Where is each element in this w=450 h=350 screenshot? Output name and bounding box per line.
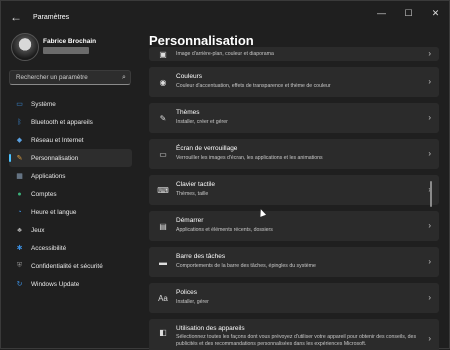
search-icon[interactable]: ⌕ — [118, 74, 130, 82]
sidebar-item-person[interactable]: ● Comptes — [9, 185, 132, 203]
user-name: Fabrice Brochain — [43, 38, 97, 45]
back-arrow-icon: ← — [10, 10, 22, 24]
sidebar-item-wifi[interactable]: ◆ Réseau et Internet — [9, 131, 132, 149]
pen-icon: ✎ — [159, 113, 167, 123]
bluetooth-icon: ᛒ — [17, 118, 22, 126]
accessibility-icon: ✱ — [16, 245, 23, 252]
sidebar-item-label: Accessibilité — [31, 244, 67, 252]
user-email-redacted — [43, 47, 89, 54]
settings-card-taskbar[interactable]: ▬ Barre des tâches Comportements de la bar… — [149, 247, 439, 277]
card-title: Démarrer — [176, 217, 204, 224]
main-content: Personnalisation ▣ Image d'arrière-plan, … — [149, 33, 449, 350]
settings-card-palette[interactable]: ◉ Couleurs Couleur d'accentuation, effets … — [149, 67, 439, 97]
settings-card-keyboard[interactable]: ⌨Clavier tactileThèmes, taille› — [149, 175, 439, 205]
sidebar-item-accessibility[interactable]: ✱ Accessibilité — [9, 239, 132, 257]
chevron-right-icon: › — [428, 113, 431, 122]
card-subtitle: Thèmes, taille — [176, 191, 209, 197]
sidebar-item-update[interactable]: ↻ Windows Update — [9, 275, 132, 293]
title-bar: ← Paramètres — ☐ ✕ — [1, 1, 449, 33]
search-input[interactable] — [10, 73, 118, 82]
chevron-right-icon: › — [428, 77, 431, 86]
page-title: Personnalisation — [149, 33, 254, 48]
sidebar: Fabrice Brochain ⌕ ▭ Système ᛒ Bluetooth et… — [1, 33, 141, 350]
sidebar-item-label: Bluetooth et appareils — [31, 118, 93, 126]
system-icon: ▭ — [16, 101, 23, 108]
card-title: Barre des tâches — [176, 253, 226, 260]
card-title: Polices — [176, 289, 197, 296]
sidebar-item-label: Windows Update — [31, 280, 80, 288]
update-icon: ↻ — [16, 281, 23, 288]
sidebar-item-brush[interactable]: ✎ Personnalisation — [9, 149, 132, 167]
keyboard-icon: ⌨ — [157, 185, 169, 195]
apps-icon: ▦ — [16, 173, 23, 180]
chevron-right-icon: › — [428, 149, 431, 158]
card-subtitle: Sélectionnez toutes les façons dont vous… — [176, 334, 417, 347]
card-subtitle: Comportements de la barre des tâches, ép… — [176, 263, 316, 269]
minimize-button[interactable]: — — [368, 1, 395, 25]
settings-window: ← Paramètres — ☐ ✕ Fabrice Brochain ⌕ ▭ S… — [0, 0, 450, 350]
card-title: Utilisation des appareils — [176, 325, 245, 332]
sidebar-item-bluetooth[interactable]: ᛒ Bluetooth et appareils — [9, 113, 132, 131]
palette-icon: ◉ — [159, 77, 167, 87]
sidebar-item-globe-clock[interactable]: ◔ Heure et langue — [9, 203, 132, 221]
sidebar-item-label: Confidentialité et sécurité — [31, 262, 103, 270]
sidebar-item-label: Heure et langue — [31, 208, 77, 216]
close-button[interactable]: ✕ — [422, 1, 449, 25]
sidebar-item-system[interactable]: ▭ Système — [9, 95, 132, 113]
card-subtitle: Couleur d'accentuation, effets de transp… — [176, 83, 331, 89]
globe-clock-icon: ◔ — [17, 208, 22, 216]
font-icon: Aa — [158, 293, 168, 303]
chevron-right-icon: › — [428, 293, 431, 302]
lockscreen-icon: ▭ — [159, 149, 167, 159]
card-subtitle: Verrouiller les images d'écran, les appl… — [176, 155, 323, 161]
sidebar-item-label: Jeux — [31, 226, 45, 234]
app-title: Paramètres — [33, 13, 70, 21]
chevron-right-icon: › — [428, 257, 431, 266]
sidebar-item-label: Comptes — [31, 190, 57, 198]
start-icon: ▤ — [159, 221, 167, 231]
taskbar-icon: ▬ — [159, 257, 167, 267]
sidebar-item-shield[interactable]: ⛨ Confidentialité et sécurité — [9, 257, 132, 275]
chevron-right-icon: › — [428, 334, 431, 343]
card-title: Couleurs — [176, 73, 203, 80]
settings-card-device-usage[interactable]: ◧ Utilisation des appareils Sélectionnez t… — [149, 319, 439, 350]
sidebar-item-label: Personnalisation — [31, 154, 79, 162]
maximize-button[interactable]: ☐ — [395, 1, 422, 25]
settings-card-pen[interactable]: ✎ Thèmes Installer, créer et gérer › — [149, 103, 439, 133]
card-title: Écran de verrouillage — [176, 145, 238, 152]
card-subtitle: Installer, gérer — [176, 299, 209, 305]
settings-card-font[interactable]: Aa Polices Installer, gérer › — [149, 283, 439, 313]
sidebar-nav: ▭ Système ᛒ Bluetooth et appareils ◆ Réseau e… — [9, 95, 132, 293]
chevron-right-icon: › — [428, 49, 431, 58]
card-title: Thèmes — [176, 109, 200, 116]
card-title: Clavier tactile — [176, 181, 216, 188]
sidebar-item-label: Réseau et Internet — [31, 136, 84, 144]
sidebar-item-apps[interactable]: ▦ Applications — [9, 167, 132, 185]
card-subtitle: Installer, créer et gérer — [176, 119, 228, 125]
avatar — [11, 33, 39, 61]
person-icon: ● — [17, 190, 22, 198]
image-icon: ▣ — [159, 49, 167, 59]
settings-card-lockscreen[interactable]: ▭ Écran de verrouillage Verrouiller les im… — [149, 139, 439, 169]
card-subtitle: Image d'arrière-plan, couleur et diapora… — [176, 51, 274, 57]
device-usage-icon: ◧ — [159, 327, 167, 337]
settings-card-start[interactable]: ▤ Démarrer Applications et éléments récent… — [149, 211, 439, 241]
sidebar-item-gamepad[interactable]: ♣ Jeux — [9, 221, 132, 239]
gamepad-icon: ♣ — [17, 226, 22, 234]
sidebar-item-label: Applications — [31, 172, 66, 180]
shield-icon: ⛨ — [16, 262, 23, 269]
settings-card-image[interactable]: ▣ Image d'arrière-plan, couleur et diapor… — [149, 47, 439, 61]
back-button[interactable]: ← — [5, 6, 27, 28]
user-profile[interactable]: Fabrice Brochain — [11, 33, 141, 63]
window-controls: — ☐ ✕ — [368, 1, 449, 25]
scrollbar-thumb[interactable] — [430, 181, 432, 207]
search-box[interactable]: ⌕ — [9, 70, 131, 85]
wifi-icon: ◆ — [16, 137, 23, 144]
sidebar-item-label: Système — [31, 100, 56, 108]
brush-icon: ✎ — [16, 155, 23, 162]
card-subtitle: Applications et éléments récents, dossie… — [176, 227, 273, 233]
chevron-right-icon: › — [428, 221, 431, 230]
